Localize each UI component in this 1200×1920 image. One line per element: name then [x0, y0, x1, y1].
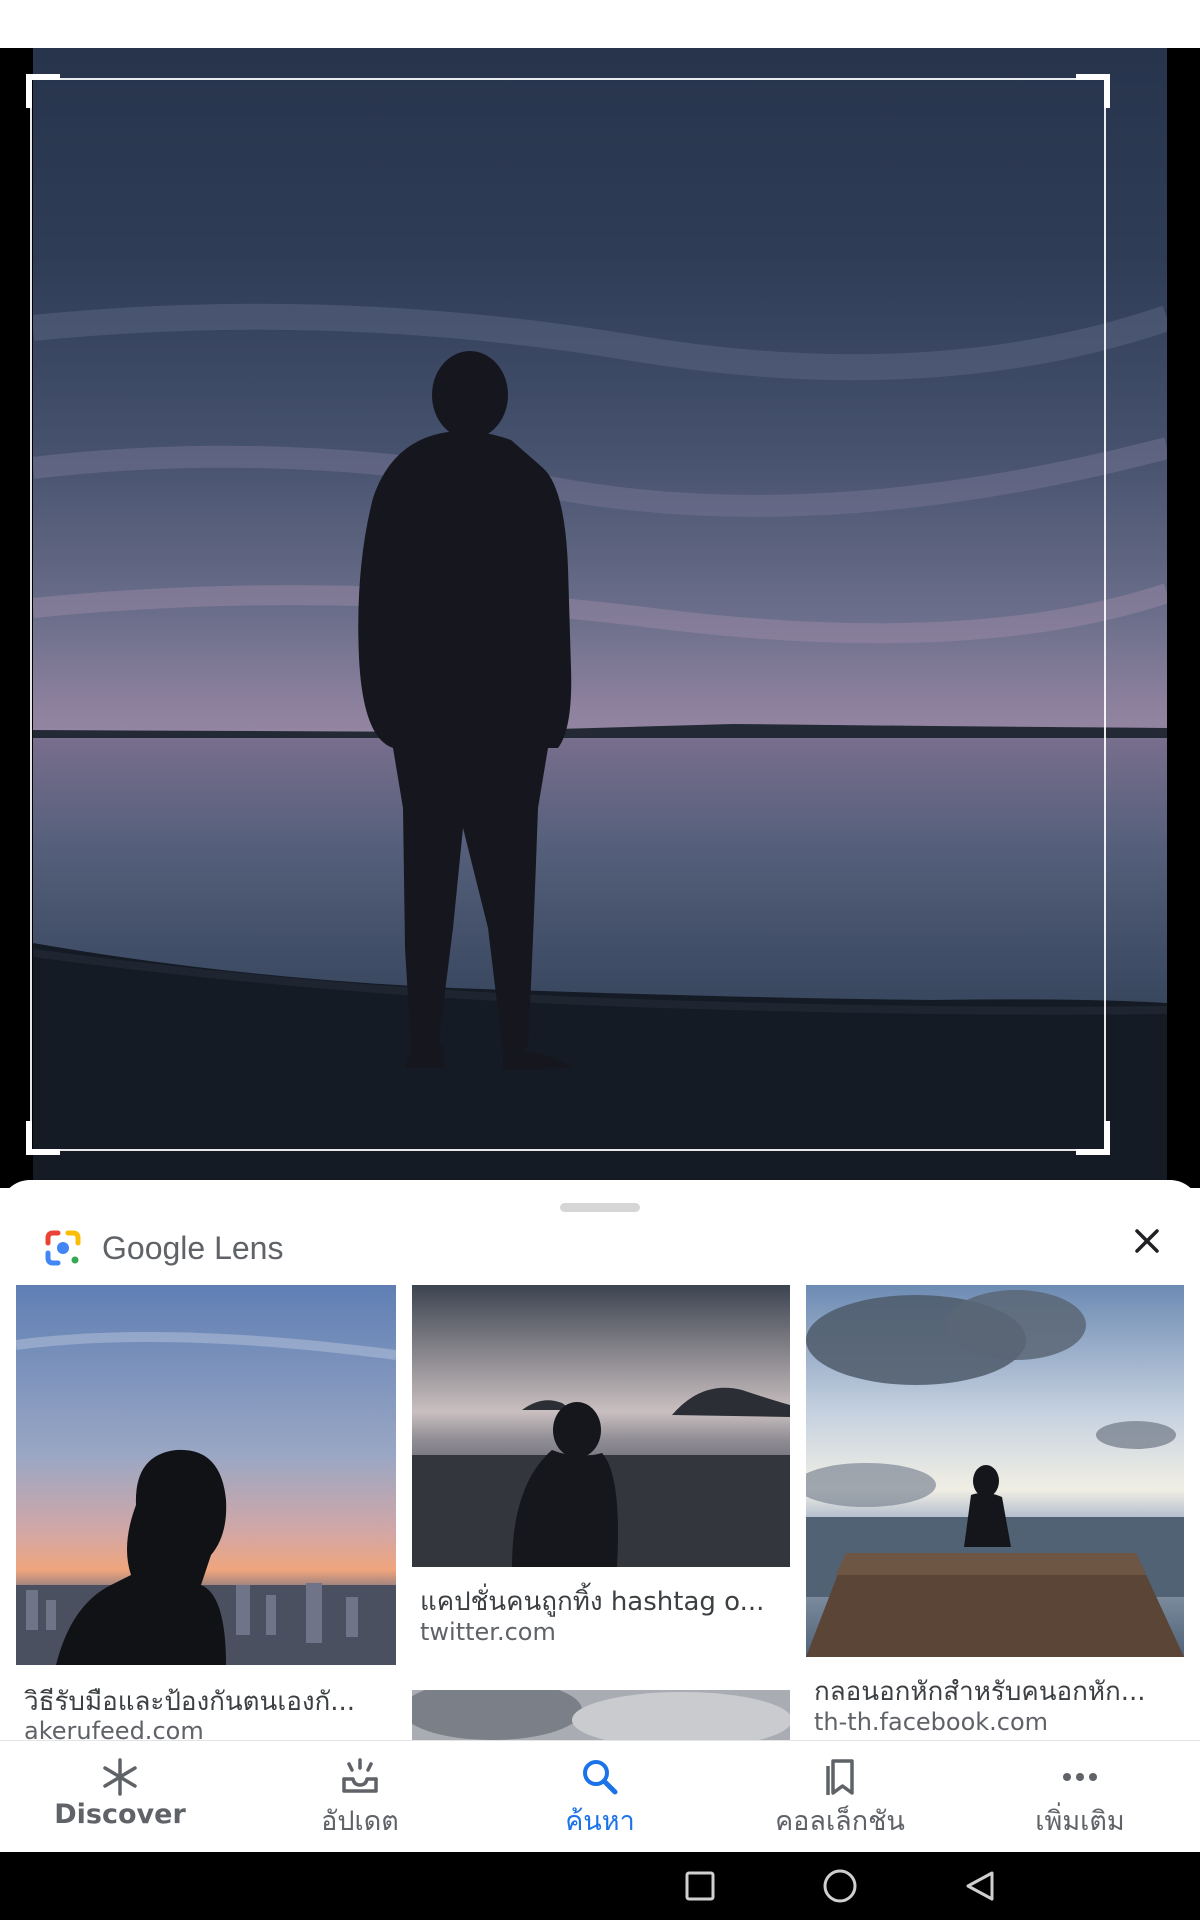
screen: Google Lens วิธีรับมือและป้องกันตนเองกั.…: [0, 0, 1200, 1920]
status-bar: [0, 0, 1200, 48]
result-thumbnail[interactable]: [412, 1690, 790, 1740]
nav-label: เพิ่มเติม: [1035, 1806, 1125, 1837]
result-card[interactable]: วิธีรับมือและป้องกันตนเองกั... akerufeed…: [16, 1285, 396, 1740]
visual-matches-grid: วิธีรับมือและป้องกันตนเองกั... akerufeed…: [0, 1285, 1200, 1740]
result-thumbnail[interactable]: [806, 1285, 1184, 1657]
google-lens-icon: [45, 1230, 81, 1266]
crop-handle-bottom-right[interactable]: [1076, 1121, 1110, 1155]
result-source[interactable]: twitter.com: [420, 1618, 556, 1646]
image-viewer: [0, 48, 1200, 1188]
back-button[interactable]: [960, 1866, 1000, 1906]
search-icon: [583, 1760, 618, 1795]
recents-button[interactable]: [680, 1866, 720, 1906]
result-card[interactable]: แคปชั่นคนถูกทิ้ง hashtag o...: [412, 1285, 790, 1617]
lens-title-product: Lens: [214, 1229, 284, 1266]
nav-label: Discover: [54, 1799, 186, 1830]
nav-label: อัปเดต: [321, 1806, 399, 1837]
result-source[interactable]: akerufeed.com: [24, 1717, 204, 1740]
system-navigation-bar: [0, 1852, 1200, 1920]
sheet-drag-handle[interactable]: [560, 1203, 640, 1212]
result-title[interactable]: แคปชั่นคนถูกทิ้ง hashtag o...: [420, 1581, 782, 1622]
crop-selection-frame[interactable]: [26, 74, 1110, 1155]
nav-collections[interactable]: คอลเล็กชัน: [720, 1741, 960, 1853]
home-button[interactable]: [820, 1866, 860, 1906]
collections-bookmark-icon: [826, 1759, 854, 1795]
crop-handle-top-left[interactable]: [26, 74, 60, 108]
home-circle-icon: [823, 1869, 857, 1903]
result-card[interactable]: [412, 1690, 790, 1740]
nav-label: คอลเล็กชัน: [775, 1806, 905, 1837]
nav-search[interactable]: ค้นหา: [480, 1741, 720, 1853]
bottom-navigation: Discover อัปเดต ค้นหา คอลเล็กชัน เพิ่มเต…: [0, 1740, 1200, 1852]
crop-handle-bottom-left[interactable]: [26, 1121, 60, 1155]
nav-more[interactable]: เพิ่มเติม: [960, 1741, 1200, 1853]
crop-handle-top-right[interactable]: [1076, 74, 1110, 108]
close-icon: [1135, 1229, 1159, 1253]
result-title[interactable]: วิธีรับมือและป้องกันตนเองกั...: [24, 1681, 394, 1722]
cloudy-sky-image: [412, 1690, 790, 1740]
result-source[interactable]: th-th.facebook.com: [814, 1708, 1048, 1736]
result-thumbnail[interactable]: [412, 1285, 790, 1567]
more-horizontal-icon: [1063, 1773, 1097, 1781]
lens-header: Google Lens: [42, 1218, 283, 1278]
recents-square-icon: [685, 1871, 715, 1901]
nav-updates[interactable]: อัปเดต: [240, 1741, 480, 1853]
close-button[interactable]: [1126, 1220, 1168, 1262]
result-thumbnail[interactable]: [16, 1285, 396, 1665]
back-triangle-icon: [966, 1871, 994, 1901]
nav-discover[interactable]: Discover: [0, 1741, 240, 1853]
asterisk-icon: [103, 1758, 137, 1796]
lens-title-brand: Google: [102, 1229, 206, 1266]
result-title[interactable]: กลอนอกหักสำหรับคนอกหัก...: [814, 1671, 1178, 1712]
result-card[interactable]: กลอนอกหักสำหรับคนอกหัก... th-th.facebook…: [806, 1285, 1184, 1740]
nav-label: ค้นหา: [565, 1806, 635, 1837]
girl-silhouette-beach-dusk-image: [412, 1285, 790, 1567]
woman-sitting-on-pier-image: [806, 1285, 1184, 1657]
lens-title: Google Lens: [102, 1230, 283, 1267]
girl-silhouette-sunset-city-image: [16, 1285, 396, 1665]
inbox-tray-icon: [342, 1758, 378, 1793]
results-sheet: Google Lens วิธีรับมือและป้องกันตนเองกั.…: [0, 1180, 1200, 1740]
